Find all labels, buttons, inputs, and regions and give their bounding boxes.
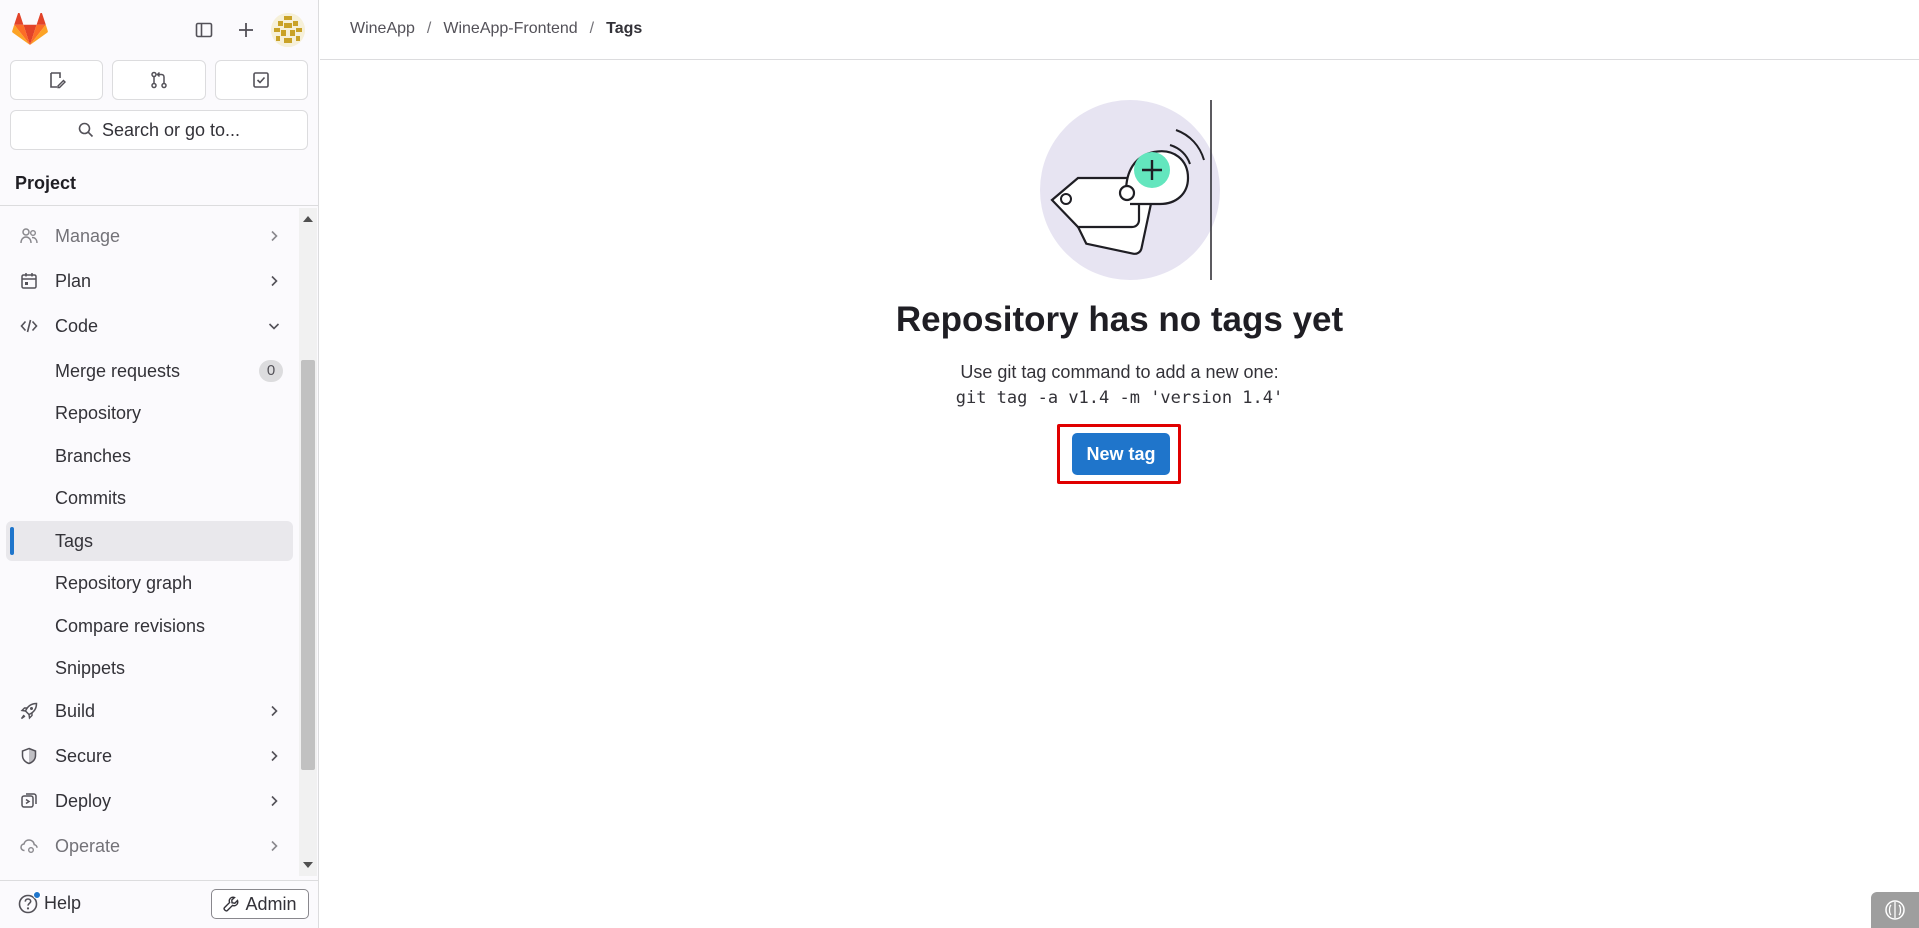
chevron-right-icon bbox=[271, 275, 278, 287]
plus-icon bbox=[239, 23, 253, 37]
sidebar-bottom: Help Admin bbox=[0, 880, 319, 928]
search-button[interactable]: Search or go to... bbox=[10, 110, 308, 150]
users-icon bbox=[20, 228, 38, 244]
nav-item-operate[interactable]: Operate bbox=[6, 826, 293, 866]
chevron-right-icon bbox=[271, 705, 278, 717]
empty-state-description: Use git tag command to add a new one: bbox=[960, 362, 1279, 382]
toggle-sidebar-button[interactable] bbox=[188, 14, 220, 46]
nav-item-plan[interactable]: Plan bbox=[6, 261, 293, 301]
nav-item-code[interactable]: Code bbox=[6, 306, 293, 346]
help-button[interactable]: Help bbox=[18, 890, 82, 914]
scroll-down-arrow-icon[interactable] bbox=[303, 862, 313, 868]
sidebar-toggle-icon bbox=[195, 22, 213, 38]
assistant-widget[interactable] bbox=[1871, 892, 1919, 928]
merge-requests-shortcut-button[interactable] bbox=[112, 60, 206, 100]
nav-label-operate: Operate bbox=[55, 835, 121, 856]
help-label: Help bbox=[44, 893, 82, 913]
tag-illustration-icon bbox=[1040, 100, 1220, 280]
merge-requests-count-badge: 0 bbox=[259, 360, 283, 382]
sub-item-repository[interactable]: Repository bbox=[6, 393, 293, 433]
notification-dot bbox=[33, 890, 41, 899]
rocket-icon bbox=[20, 702, 38, 720]
merge-request-icon bbox=[151, 71, 167, 89]
search-label: Search or go to... bbox=[101, 119, 241, 140]
nav-label-secure: Secure bbox=[55, 745, 113, 766]
sub-item-merge-requests[interactable]: Merge requests 0 bbox=[6, 351, 293, 391]
sub-item-branches[interactable]: Branches bbox=[6, 436, 293, 476]
create-new-button[interactable] bbox=[230, 14, 262, 46]
calendar-icon bbox=[21, 273, 37, 289]
breadcrumb-group-link[interactable]: WineApp bbox=[350, 20, 415, 38]
chevron-right-icon bbox=[271, 230, 278, 242]
shield-icon bbox=[21, 747, 37, 765]
chevron-right-icon bbox=[271, 750, 278, 762]
tags-empty-state: Repository has no tags yet Use git tag c… bbox=[320, 60, 1919, 928]
gitlab-logo-icon[interactable] bbox=[12, 13, 48, 46]
nav-label-plan: Plan bbox=[55, 270, 92, 291]
sub-label-compare-revisions: Compare revisions bbox=[55, 615, 206, 636]
project-nav: Manage Plan Code Merge requests 0 Reposi… bbox=[0, 208, 299, 876]
sub-label-tags: Tags bbox=[55, 530, 94, 551]
top-bar: WineApp / WineApp-Frontend / Tags bbox=[320, 0, 1919, 60]
breadcrumb: WineApp / WineApp-Frontend / Tags bbox=[350, 20, 642, 38]
assigned-issues-button[interactable] bbox=[10, 60, 104, 100]
todo-list-button[interactable] bbox=[214, 60, 308, 100]
admin-button[interactable]: Admin bbox=[211, 889, 309, 919]
new-tag-highlight: New tag bbox=[1057, 424, 1181, 484]
sub-label-snippets: Snippets bbox=[55, 657, 126, 678]
sub-label-repository: Repository bbox=[55, 402, 142, 423]
git-tag-command: git tag -a v1.4 -m 'version 1.4' bbox=[955, 388, 1284, 408]
chevron-right-icon bbox=[271, 840, 278, 852]
avatar-pattern-icon bbox=[271, 13, 305, 47]
user-avatar[interactable] bbox=[271, 13, 305, 47]
nav-item-deploy[interactable]: Deploy bbox=[6, 781, 293, 821]
sub-label-commits: Commits bbox=[55, 487, 126, 508]
nav-item-secure[interactable]: Secure bbox=[6, 736, 293, 776]
shortcut-buttons bbox=[10, 60, 308, 100]
sub-label-branches: Branches bbox=[55, 445, 132, 466]
sub-item-snippets[interactable]: Snippets bbox=[6, 648, 293, 688]
nav-label-build: Build bbox=[55, 700, 96, 721]
sidebar-top bbox=[0, 0, 319, 58]
wrench-icon bbox=[223, 896, 239, 912]
sidebar: Search or go to... Project Manage Plan C… bbox=[0, 0, 319, 928]
chevron-right-icon bbox=[271, 795, 278, 807]
breadcrumb-separator: / bbox=[589, 20, 595, 37]
project-section-title: Project bbox=[0, 164, 319, 206]
new-tag-button[interactable]: New tag bbox=[1072, 433, 1170, 475]
sub-item-tags[interactable]: Tags bbox=[6, 521, 293, 561]
sub-item-compare-revisions[interactable]: Compare revisions bbox=[6, 606, 293, 646]
nav-label-code: Code bbox=[55, 315, 99, 336]
brain-icon bbox=[1885, 900, 1905, 920]
nav-item-build[interactable]: Build bbox=[6, 691, 293, 731]
breadcrumb-current[interactable]: Tags bbox=[606, 20, 642, 38]
todo-check-icon bbox=[253, 72, 270, 88]
deployments-icon bbox=[21, 793, 37, 808]
chevron-down-icon bbox=[268, 323, 280, 330]
issues-icon bbox=[49, 72, 66, 89]
help-icon-wrap bbox=[18, 890, 41, 914]
nav-item-manage[interactable]: Manage bbox=[6, 216, 293, 256]
sub-label-repository-graph: Repository graph bbox=[55, 572, 193, 593]
sub-item-commits[interactable]: Commits bbox=[6, 478, 293, 518]
sidebar-scrollbar[interactable] bbox=[299, 208, 317, 876]
code-icon bbox=[20, 319, 38, 333]
search-icon bbox=[78, 122, 94, 138]
admin-label: Admin bbox=[245, 893, 297, 914]
scroll-up-arrow-icon[interactable] bbox=[303, 216, 313, 222]
nav-label-manage: Manage bbox=[55, 225, 121, 246]
sidebar-scroll-thumb[interactable] bbox=[301, 360, 315, 770]
sub-label-merge-requests: Merge requests bbox=[55, 360, 181, 381]
cloud-gear-icon bbox=[20, 839, 38, 853]
nav-label-deploy: Deploy bbox=[55, 790, 112, 811]
breadcrumb-project-link[interactable]: WineApp-Frontend bbox=[443, 20, 577, 38]
sub-item-repository-graph[interactable]: Repository graph bbox=[6, 563, 293, 603]
breadcrumb-separator: / bbox=[426, 20, 432, 37]
empty-state-title: Repository has no tags yet bbox=[895, 300, 1344, 339]
